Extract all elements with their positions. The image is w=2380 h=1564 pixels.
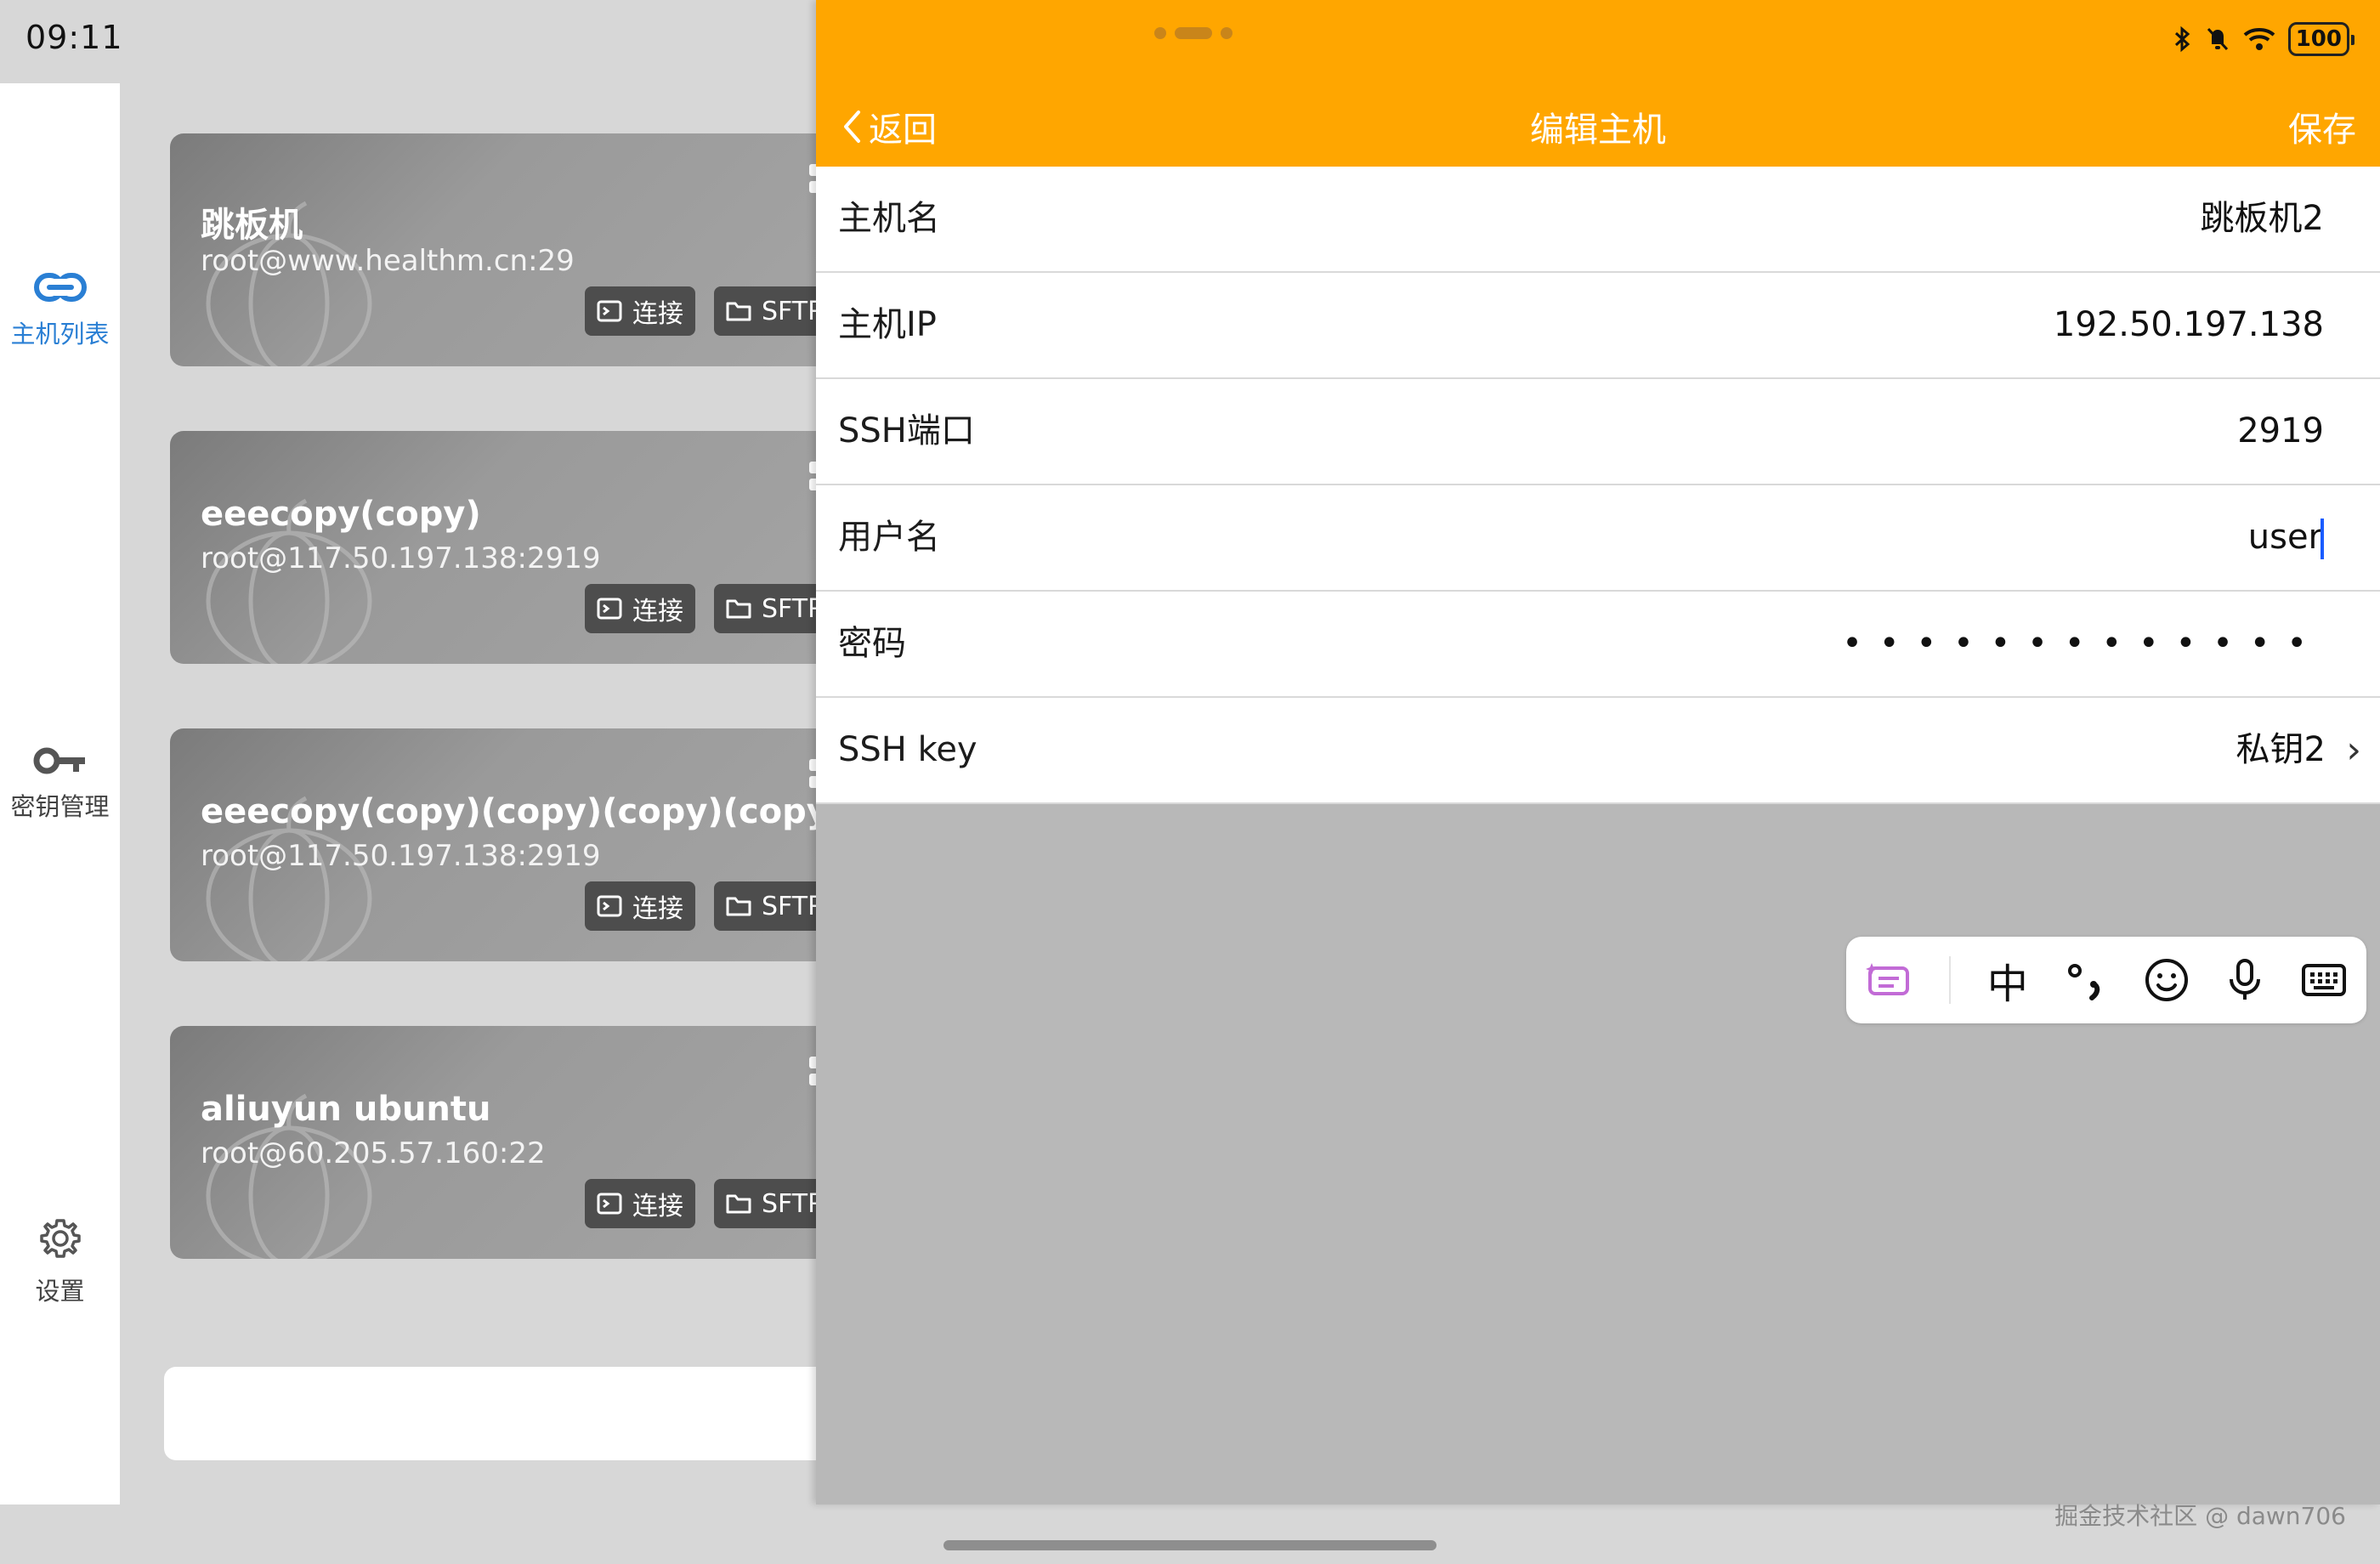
ssh-port-field[interactable]: 2919 [2237,379,2324,484]
bluetooth-icon [2174,26,2190,53]
host-address: root@www.healthm.cn:29 [201,244,575,278]
host-address: root@117.50.197.138:2919 [201,541,601,575]
username-row[interactable]: 用户名 user [816,485,2380,592]
connect-label: 连接 [632,299,683,329]
folder-icon [726,599,751,619]
save-button[interactable]: 保存 [2288,102,2356,151]
connect-label: 连接 [632,894,683,924]
ssh-port-label: SSH端口 [838,411,975,450]
terminal-icon [597,598,622,620]
host-ip-label: 主机IP [838,305,937,344]
terminal-icon [597,1193,622,1215]
edit-host-modal: 返回 编辑主机 保存 主机名 跳板机2 主机IP 192.50.197.138 … [816,0,2380,1504]
ssh-key-row[interactable]: SSH key 私钥2 › [816,698,2380,804]
connect-button[interactable]: 连接 [585,286,695,336]
sidebar-item-label: 主机列表 [10,320,110,348]
modal-header: 返回 编辑主机 保存 [816,0,2380,167]
gear-icon [39,1219,81,1258]
sidebar-item-label: 设置 [35,1277,85,1306]
sidebar-item-settings[interactable]: 设置 [0,1217,120,1307]
home-indicator[interactable] [944,1540,1436,1550]
host-ip-field[interactable]: 192.50.197.138 [2054,273,2324,377]
folder-icon [726,1194,751,1214]
ssh-port-row[interactable]: SSH端口 2919 [816,379,2380,485]
hostname-field[interactable]: 跳板机2 [2201,167,2324,271]
host-address: root@60.205.57.160:22 [201,1136,546,1170]
host-name: eeecopy(copy)(copy)(copy)(copy) [201,792,845,831]
username-field[interactable]: user [2248,485,2324,590]
host-card[interactable]: aliuyun ubuntu root@60.205.57.160:22 连接 … [170,1026,850,1259]
host-address: root@117.50.197.138:2919 [201,839,601,873]
host-ip-row[interactable]: 主机IP 192.50.197.138 [816,273,2380,379]
password-label: 密码 [838,624,906,663]
sidebar: 主机列表 密钥管理 设置 [0,83,120,1504]
chinese-input-button[interactable]: 中 [1987,950,2028,1010]
text-caret [2320,518,2324,559]
sftp-label: SFTP [762,891,824,921]
punctuation-icon[interactable] [2065,959,2107,1001]
ai-keyboard-icon[interactable] [1865,961,1912,999]
sheet-grabber[interactable] [1154,27,1232,39]
watermark-text: 掘金技术社区 @ dawn706 [2054,1502,2346,1530]
sidebar-item-host-list[interactable]: 主机列表 [0,272,120,350]
link-icon [33,273,87,302]
sidebar-item-label: 密钥管理 [10,792,110,821]
connect-label: 连接 [632,1192,683,1221]
sftp-label: SFTP [762,1188,824,1219]
mute-icon [2207,27,2228,51]
ime-toolbar: 中 [1846,937,2366,1023]
sidebar-item-keys[interactable]: 密钥管理 [0,746,120,823]
host-form: 主机名 跳板机2 主机IP 192.50.197.138 SSH端口 2919 … [816,167,2380,804]
bottom-input-field[interactable] [164,1367,870,1460]
password-row[interactable]: 密码 ••••••••••••• [816,592,2380,698]
terminal-icon [597,300,622,322]
host-card[interactable]: eeecopy(copy) root@117.50.197.138:2919 连… [170,431,850,664]
emoji-icon[interactable] [2144,957,2190,1003]
battery-icon: 100 [2287,22,2355,56]
hostname-row[interactable]: 主机名 跳板机2 [816,167,2380,273]
connect-button[interactable]: 连接 [585,584,695,633]
status-icons: 100 [2173,22,2355,56]
modal-title: 编辑主机 [1530,110,1666,150]
ssh-key-label: SSH key [838,730,978,769]
divider [1948,956,1951,1004]
key-icon [33,747,85,774]
sftp-label: SFTP [762,296,824,326]
connect-button[interactable]: 连接 [585,881,695,931]
host-name: eeecopy(copy) [201,495,481,534]
microphone-icon[interactable] [2226,957,2264,1003]
host-card[interactable]: 跳板机 root@www.healthm.cn:29 连接 SFTP [170,133,850,366]
host-name: aliuyun ubuntu [201,1090,491,1129]
hostname-label: 主机名 [838,199,940,238]
terminal-icon [597,895,622,917]
status-time: 09:11 [26,19,123,56]
host-name: 跳板机 [201,206,303,245]
connect-label: 连接 [632,597,683,626]
chevron-right-icon: › [2346,728,2361,772]
keyboard-icon[interactable] [2300,960,2348,1000]
folder-icon [726,302,751,321]
username-value: user [2247,518,2322,557]
folder-icon [726,897,751,916]
sftp-label: SFTP [762,593,824,624]
host-card[interactable]: eeecopy(copy)(copy)(copy)(copy) root@117… [170,728,850,961]
battery-level: 100 [2295,26,2342,52]
username-label: 用户名 [838,518,940,557]
password-field[interactable]: ••••••••••••• [1842,592,2324,696]
connect-button[interactable]: 连接 [585,1179,695,1228]
wifi-icon [2243,28,2275,50]
ssh-key-value: 私钥2 [2236,730,2326,769]
